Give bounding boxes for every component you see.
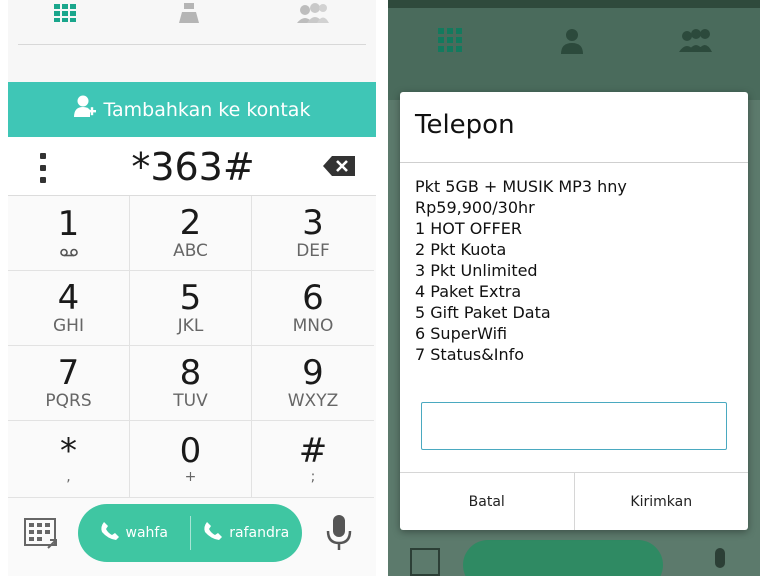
overflow-menu-icon[interactable] [38, 153, 48, 183]
phone-icon [100, 521, 120, 545]
call-sim2-label: rafandra [229, 525, 290, 541]
key-5[interactable]: 5 JKL [130, 271, 252, 346]
message-line: 5 Gift Paket Data [415, 303, 551, 322]
dialpad-icon [438, 28, 462, 56]
message-line: Rp59,900/30hr [415, 198, 535, 217]
ussd-dialog: Telepon Pkt 5GB + MUSIK MP3 hny Rp59,900… [400, 92, 748, 530]
status-bar [388, 0, 760, 8]
microphone-icon [710, 548, 730, 576]
ussd-message: Pkt 5GB + MUSIK MP3 hny Rp59,900/30hr 1 … [415, 176, 735, 365]
dialpad-toggle-icon[interactable] [24, 518, 58, 554]
group-icon[interactable] [294, 2, 330, 24]
ussd-reply-input[interactable] [421, 402, 727, 450]
dialog-title-divider [400, 162, 748, 163]
call-sim1-label: wahfa [125, 525, 168, 541]
dialog-title: Telepon [415, 110, 515, 140]
key-star[interactable]: * , [8, 421, 130, 498]
key-1[interactable]: 1 [8, 196, 130, 271]
person-icon [560, 28, 584, 58]
message-line: 1 HOT OFFER [415, 219, 522, 238]
message-line: 2 Pkt Kuota [415, 240, 507, 259]
voicemail-icon [59, 242, 78, 261]
dialog-buttons: Batal Kirimkan [400, 472, 748, 530]
key-3[interactable]: 3 DEF [252, 196, 374, 271]
group-icon [678, 28, 712, 56]
key-4[interactable]: 4 GHI [8, 271, 130, 346]
cancel-button[interactable]: Batal [400, 473, 574, 530]
add-to-contacts-label: Tambahkan ke kontak [103, 98, 311, 121]
dialer-top-tabs [8, 0, 376, 82]
key-9[interactable]: 9 WXYZ [252, 346, 374, 421]
tabs-divider [18, 44, 366, 45]
key-2[interactable]: 2 ABC [130, 196, 252, 271]
key-7[interactable]: 7 PQRS [8, 346, 130, 421]
dimmed-call-pill [463, 540, 663, 576]
key-6[interactable]: 6 MNO [252, 271, 374, 346]
message-line: Pkt 5GB + MUSIK MP3 hny [415, 177, 627, 196]
phone-icon [203, 521, 223, 545]
message-line: 6 SuperWifi [415, 324, 508, 343]
dialpad-icon[interactable] [52, 2, 78, 24]
message-line: 3 Pkt Unlimited [415, 261, 538, 280]
message-line: 7 Status&Info [415, 345, 525, 364]
dialed-number-bar: *363# [8, 137, 376, 196]
key-hash[interactable]: # ; [252, 421, 374, 498]
call-sim2-button[interactable]: rafandra [191, 504, 303, 562]
dialpad-toggle-icon [410, 548, 440, 576]
dimmed-top-tabs [388, 0, 760, 100]
dialer-action-bar: wahfa rafandra [8, 498, 376, 576]
dialpad: 1 2 ABC 3 DEF 4 GHI 5 JKL 6 MNO 7 PQRS 8… [8, 196, 376, 498]
message-line: 4 Paket Extra [415, 282, 522, 301]
dialed-number-display[interactable]: *363# [88, 145, 298, 189]
person-icon[interactable] [176, 2, 202, 24]
key-8[interactable]: 8 TUV [130, 346, 252, 421]
call-buttons-pill: wahfa rafandra [78, 504, 302, 562]
microphone-icon[interactable] [326, 514, 352, 556]
ussd-dialog-screen: Telepon Pkt 5GB + MUSIK MP3 hny Rp59,900… [388, 0, 760, 576]
send-button[interactable]: Kirimkan [573, 473, 749, 530]
dialer-screen: Tambahkan ke kontak *363# 1 2 ABC 3 DEF [8, 0, 376, 576]
add-person-icon [73, 95, 96, 124]
call-sim1-button[interactable]: wahfa [78, 504, 190, 562]
backspace-icon[interactable] [323, 156, 355, 180]
key-0[interactable]: 0 + [130, 421, 252, 498]
add-to-contacts-button[interactable]: Tambahkan ke kontak [8, 82, 376, 137]
